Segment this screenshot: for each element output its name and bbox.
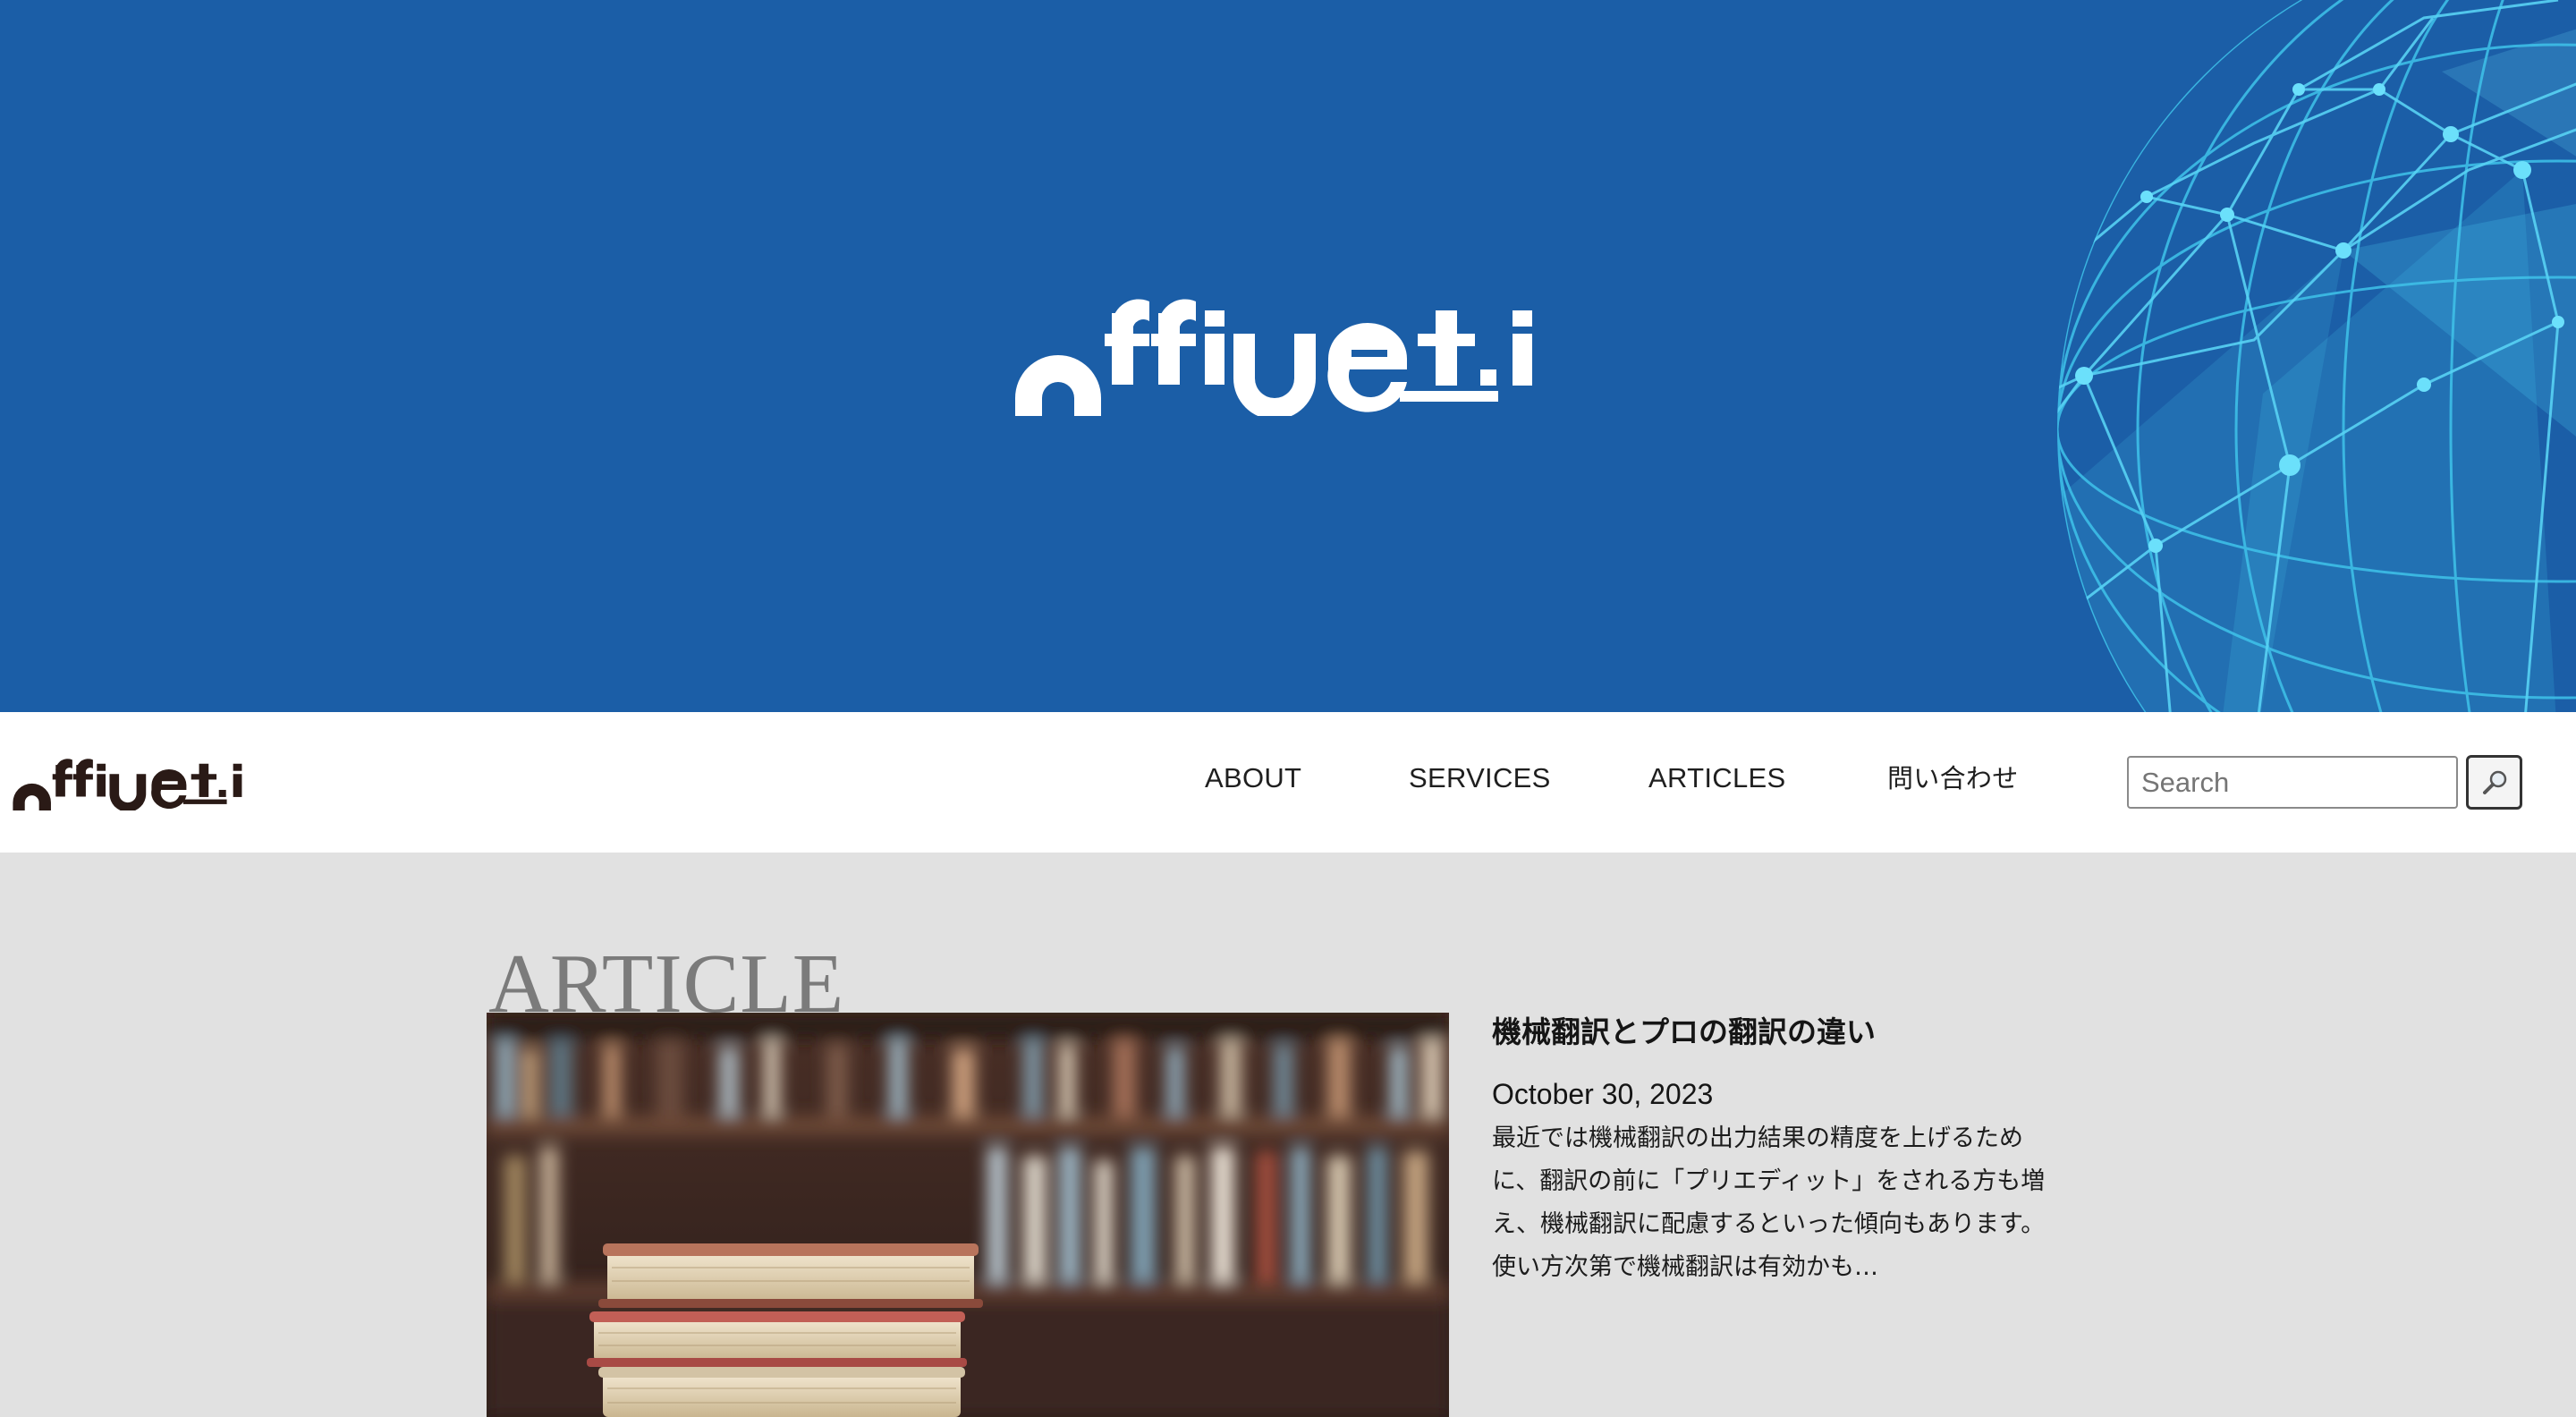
magnifier-icon <box>2482 770 2506 794</box>
site-logo[interactable] <box>11 755 257 810</box>
article-card: 機械翻訳とプロの翻訳の違い October 30, 2023 最近では機械翻訳の… <box>487 1013 2045 1417</box>
search-button[interactable] <box>2466 755 2522 810</box>
main-content: ARTICLE 機械翻訳とプロの翻訳の違い October 30, 2023 最… <box>0 853 2576 1417</box>
article-thumbnail[interactable] <box>487 1013 1449 1417</box>
hero-logo <box>1015 299 1532 416</box>
article-excerpt: 最近では機械翻訳の出力結果の精度を上げるために、翻訳の前に「プリエディット」をさ… <box>1492 1124 2046 1281</box>
search-input[interactable] <box>2127 756 2458 809</box>
hero-banner <box>0 0 2576 712</box>
nav-contact[interactable]: 問い合わせ <box>1887 759 2019 798</box>
nav-about[interactable]: ABOUT <box>1205 759 1301 798</box>
article-date: October 30, 2023 <box>1492 1078 1714 1110</box>
article-title[interactable]: 機械翻訳とプロの翻訳の違い <box>1492 1013 2064 1052</box>
section-heading: ARTICLE <box>488 938 845 1031</box>
globe-network-graphic <box>2057 0 2576 712</box>
site-header: ABOUT SERVICES ARTICLES 問い合わせ <box>0 712 2576 853</box>
nav-services[interactable]: SERVICES <box>1409 759 1551 798</box>
nav-articles[interactable]: ARTICLES <box>1648 759 1785 798</box>
